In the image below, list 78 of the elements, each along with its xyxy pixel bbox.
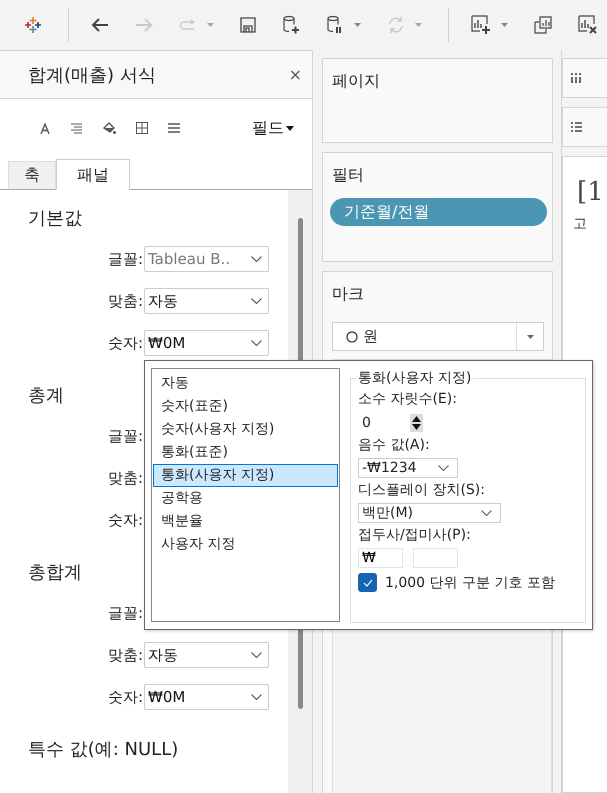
list-item[interactable]: 통화(사용자 지정)	[153, 464, 338, 487]
view-subtitle: 고	[573, 215, 587, 233]
paint-bucket-icon[interactable]	[102, 122, 116, 134]
dropdown[interactable]: Tableau B..	[144, 246, 269, 272]
shelf-title: 마크	[332, 284, 364, 305]
columns-icon	[571, 73, 581, 83]
list-item[interactable]: 백분율	[153, 510, 338, 533]
tab[interactable]: 패널	[56, 159, 130, 190]
checkbox[interactable]	[358, 573, 377, 592]
mark-type-dropdown[interactable]: 원	[332, 322, 544, 351]
section-title: 총계	[28, 384, 64, 408]
field-label: 숫자:	[106, 510, 144, 530]
lines-icon[interactable]	[168, 123, 180, 133]
field-label: 글꼴:	[106, 250, 144, 268]
chevron-icon	[251, 652, 262, 658]
database-add-icon[interactable]	[282, 15, 300, 35]
view-title: [1	[577, 177, 604, 207]
list-item[interactable]: 통화(표준)	[153, 441, 338, 464]
pane-title: 합계(매출) 서식	[28, 64, 156, 86]
field-label: 소수 자릿수(E):	[358, 390, 457, 409]
save-icon[interactable]	[240, 17, 256, 33]
field-label: 맞춤:	[106, 646, 144, 664]
list-item[interactable]: 숫자(사용자 지정)	[153, 418, 338, 441]
tab[interactable]: 축	[8, 161, 56, 189]
duplicate-chart-icon[interactable]	[534, 16, 552, 34]
checkbox-label: 1,000 단위 구분 기호 포함	[385, 574, 555, 592]
field-menu-button[interactable]: 필드	[252, 118, 294, 138]
field-label: 맞춤:	[106, 292, 144, 310]
spin-arrows-icon[interactable]	[410, 414, 423, 432]
section-title: 총합계	[28, 561, 82, 585]
group-title: 통화(사용자 지정)	[357, 369, 472, 387]
field-label: 숫자:	[106, 334, 144, 352]
chevron-icon	[438, 465, 449, 471]
field-label: 디스플레이 장치(S):	[358, 481, 485, 500]
caret-icon	[526, 334, 534, 338]
suffix-field[interactable]	[413, 548, 458, 568]
dropdown[interactable]: -₩1234	[358, 458, 458, 478]
dropdown[interactable]: 백만(M)	[358, 503, 501, 523]
shelf-title: 필터	[332, 165, 364, 186]
chevron-icon	[251, 340, 262, 346]
list-item[interactable]: 자동	[153, 372, 338, 395]
chevron-icon	[251, 298, 262, 304]
section-title: 특수 값(예: NULL)	[28, 738, 178, 762]
field-label: 글꼴:	[106, 604, 144, 622]
checkmark-icon	[362, 578, 372, 586]
grid-icon[interactable]	[136, 122, 148, 134]
dropdown[interactable]: 자동	[144, 288, 269, 314]
clear-chart-icon[interactable]	[578, 15, 598, 35]
alignment-icon[interactable]	[70, 122, 82, 134]
field-label: 맞춤:	[106, 468, 144, 488]
spin-box[interactable]: 0	[358, 412, 423, 433]
chevron-icon	[251, 256, 262, 262]
caret-icon[interactable]	[501, 23, 508, 27]
rows-icon	[571, 122, 582, 132]
caret-icon	[286, 126, 294, 130]
list-item[interactable]: 숫자(표준)	[153, 395, 338, 418]
database-pause-icon[interactable]	[326, 15, 344, 35]
list-item[interactable]: 사용자 지정	[153, 533, 338, 556]
back-arrow-icon[interactable]	[91, 17, 109, 33]
circle-icon	[346, 330, 358, 342]
dropdown[interactable]: 자동	[144, 642, 269, 668]
logo-icon[interactable]	[24, 16, 42, 34]
dropdown[interactable]: ₩0M	[144, 684, 269, 710]
close-button[interactable]: ×	[284, 65, 306, 84]
field-label: 접두사/접미사(P):	[358, 526, 471, 545]
new-chart-icon[interactable]	[471, 15, 491, 35]
chevron-icon	[481, 510, 492, 516]
field-label: 숫자:	[106, 688, 144, 706]
shelf-title: 페이지	[332, 71, 380, 92]
dropdown[interactable]: ₩0M	[144, 330, 269, 356]
caret-icon[interactable]	[354, 23, 361, 27]
prefix-field[interactable]: ₩	[358, 548, 403, 568]
font-icon[interactable]	[40, 122, 50, 134]
chevron-icon	[251, 694, 262, 700]
list-item[interactable]: 공학용	[153, 487, 338, 510]
field-label: 글꼴:	[106, 426, 144, 446]
field-label: 음수 값(A):	[358, 436, 430, 455]
section-title: 기본값	[28, 207, 82, 231]
